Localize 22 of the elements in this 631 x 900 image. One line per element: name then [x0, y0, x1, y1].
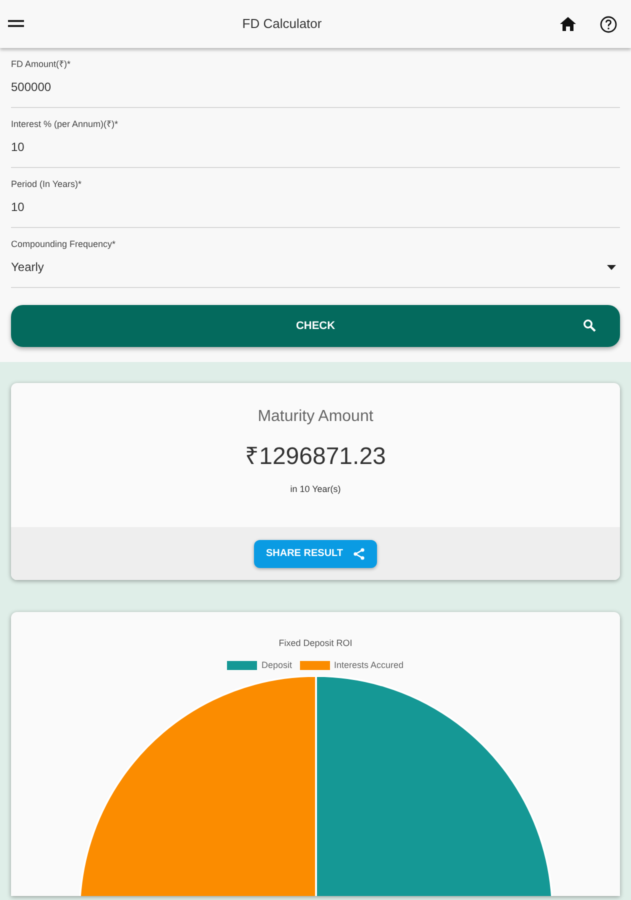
- field-label: FD Amount(₹)*: [11, 58, 71, 72]
- menu-icon[interactable]: [8, 19, 24, 29]
- input-field[interactable]: 10: [11, 136, 620, 158]
- dropdown-caret-icon: [607, 264, 616, 270]
- legend-label: Deposit: [261, 658, 292, 672]
- app-title: FD Calculator: [242, 16, 322, 31]
- search-icon: [583, 319, 596, 332]
- legend-label: Interests Accured: [334, 658, 404, 672]
- chart-title: Fixed Deposit ROI: [278, 637, 352, 650]
- maturity-amount: ₹1296871.23: [245, 442, 386, 472]
- field-label: Compounding Frequency*: [11, 238, 116, 252]
- field-label: Period (In Years)*: [11, 178, 82, 192]
- dropdown-field[interactable]: Yearly: [11, 256, 620, 278]
- help-icon[interactable]: [600, 16, 617, 32]
- check-button[interactable]: CHECK: [11, 305, 620, 347]
- field-label: Interest % (per Annum)(₹)*: [11, 118, 118, 132]
- input-field[interactable]: 10: [11, 196, 620, 218]
- period-text: in 10 Year(s): [290, 483, 341, 496]
- input-field[interactable]: 500000: [11, 76, 620, 98]
- result-title: Maturity Amount: [258, 407, 374, 427]
- home-icon[interactable]: [560, 17, 576, 31]
- share-icon: [353, 548, 366, 560]
